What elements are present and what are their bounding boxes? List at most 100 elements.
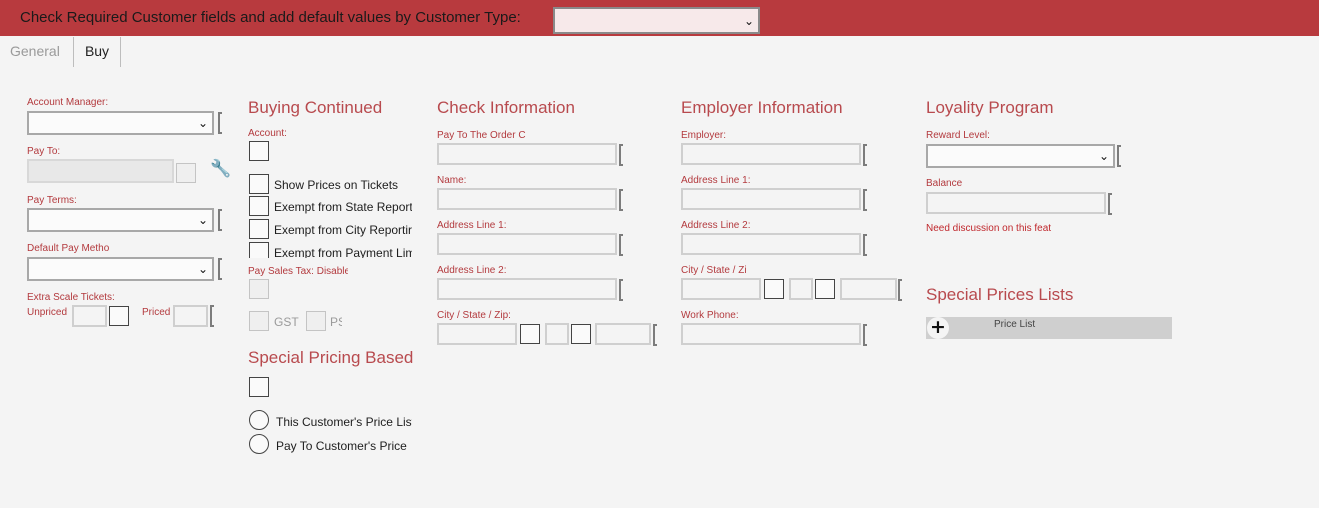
pay-terms-select[interactable]: ⌄	[27, 208, 214, 232]
pay-to-customer-price-list-row: Pay To Customer's Price L	[248, 432, 413, 454]
pay-to-label: Pay To:	[27, 146, 61, 157]
tab-general[interactable]: General	[10, 37, 60, 67]
customer-type-select[interactable]: ⌄	[553, 7, 760, 34]
balance-label: Balance	[926, 178, 963, 189]
check-city-input[interactable]	[437, 323, 517, 345]
check-state-input[interactable]	[545, 323, 569, 345]
check-zip-required-flag[interactable]	[653, 324, 657, 346]
exempt-payment-label: Exempt from Payment Lim	[274, 246, 412, 258]
this-customer-price-list-label: This Customer's Price List	[276, 415, 412, 429]
pst-checkbox	[306, 311, 326, 331]
work-phone-label: Work Phone:	[681, 310, 739, 321]
chevron-down-icon: ⌄	[197, 116, 208, 130]
default-pay-method-label: Default Pay Metho	[27, 243, 110, 254]
check-zip-input[interactable]	[595, 323, 651, 345]
pay-to-required-checkbox[interactable]	[176, 163, 196, 183]
balance-required-flag[interactable]	[1108, 193, 1112, 215]
work-phone-required-flag[interactable]	[863, 324, 867, 346]
account-manager-label: Account Manager:	[27, 97, 109, 108]
check-city-state-zip-label: City / State / Zip:	[437, 310, 511, 321]
priced-label: Priced	[142, 307, 171, 318]
special-pricing-checkbox[interactable]	[249, 377, 269, 397]
employer-address2-input[interactable]	[681, 233, 861, 255]
employer-input[interactable]	[681, 143, 861, 165]
special-pricing-heading: Special Pricing Based	[248, 348, 414, 367]
exempt-city-label: Exempt from City Reportir	[274, 223, 412, 237]
unpriced-checkbox[interactable]	[109, 306, 129, 326]
balance-input[interactable]	[926, 192, 1106, 214]
employer-city-input[interactable]	[681, 278, 761, 300]
employer-address2-required-flag[interactable]	[863, 234, 867, 256]
loyalty-program-heading: Loyality Program	[926, 98, 1054, 117]
default-pay-method-select[interactable]: ⌄	[27, 257, 214, 281]
check-address1-required-flag[interactable]	[619, 234, 623, 256]
chevron-down-icon: ⌄	[1098, 149, 1109, 163]
employer-address1-required-flag[interactable]	[863, 189, 867, 211]
header-title: Check Required Customer fields and add d…	[20, 9, 521, 26]
exempt-state-checkbox[interactable]	[249, 196, 269, 216]
pay-to-customer-price-list-radio[interactable]	[249, 434, 269, 454]
check-name-input[interactable]	[437, 188, 617, 210]
work-phone-input[interactable]	[681, 323, 861, 345]
employer-address1-input[interactable]	[681, 188, 861, 210]
exempt-city-checkbox[interactable]	[249, 219, 269, 239]
pay-to-order-required-flag[interactable]	[619, 144, 623, 166]
priced-required-flag[interactable]	[210, 305, 214, 327]
loyalty-note: Need discussion on this feat	[926, 223, 1052, 234]
employer-state-checkbox[interactable]	[815, 279, 835, 299]
check-address1-input[interactable]	[437, 233, 617, 255]
pay-terms-label: Pay Terms:	[27, 195, 77, 206]
account-manager-required-flag[interactable]	[218, 112, 222, 134]
priced-input[interactable]	[173, 305, 208, 327]
price-list-table-header: + Price List	[926, 317, 1172, 339]
pay-to-order-input[interactable]	[437, 143, 617, 165]
pay-to-order-label: Pay To The Order C	[437, 130, 526, 141]
account-manager-select[interactable]: ⌄	[27, 111, 214, 135]
buying-continued-heading: Buying Continued	[248, 98, 383, 117]
this-customer-price-list-radio[interactable]	[249, 410, 269, 430]
check-information-heading: Check Information	[437, 98, 575, 117]
show-prices-checkbox[interactable]	[249, 174, 269, 194]
special-prices-lists-heading: Special Prices Lists	[926, 285, 1074, 304]
exempt-payment-checkbox[interactable]	[249, 242, 269, 258]
pay-to-field	[27, 159, 174, 183]
chevron-down-icon: ⌄	[743, 13, 754, 28]
employer-required-flag[interactable]	[863, 144, 867, 166]
employer-zip-required-flag[interactable]	[898, 279, 902, 301]
unpriced-input[interactable]	[72, 305, 107, 327]
reward-level-label: Reward Level:	[926, 130, 990, 141]
price-list-column-label: Price List	[994, 319, 1036, 330]
exempt-payment-row: Exempt from Payment Lim	[248, 240, 413, 258]
gst-label: GST	[274, 315, 299, 329]
check-address2-required-flag[interactable]	[619, 279, 623, 301]
reward-level-required-flag[interactable]	[1117, 145, 1121, 167]
employer-city-state-zip-label: City / State / Zi	[681, 265, 747, 276]
unpriced-label: Unpriced	[27, 307, 68, 318]
employer-address2-label: Address Line 2:	[681, 220, 751, 231]
check-city-checkbox[interactable]	[520, 324, 540, 344]
employer-state-input[interactable]	[789, 278, 813, 300]
employer-address1-label: Address Line 1:	[681, 175, 751, 186]
check-state-checkbox[interactable]	[571, 324, 591, 344]
employer-zip-input[interactable]	[840, 278, 897, 300]
pst-label: PS	[330, 315, 342, 329]
pay-to-customer-price-list-label: Pay To Customer's Price L	[276, 439, 410, 453]
extra-scale-tickets-label: Extra Scale Tickets:	[27, 292, 115, 303]
header-bar: Check Required Customer fields and add d…	[0, 0, 1319, 36]
pay-terms-required-flag[interactable]	[218, 209, 222, 231]
wrench-icon[interactable]: 🔧	[210, 161, 231, 178]
employer-label: Employer:	[681, 130, 727, 141]
pay-sales-tax-label: Pay Sales Tax: Disable	[248, 266, 348, 277]
plus-icon[interactable]: +	[927, 317, 949, 339]
employer-city-checkbox[interactable]	[764, 279, 784, 299]
chevron-down-icon: ⌄	[197, 262, 208, 276]
check-name-required-flag[interactable]	[619, 189, 623, 211]
default-pay-method-required-flag[interactable]	[218, 258, 222, 280]
account-label: Account:	[248, 128, 287, 139]
tab-buy[interactable]: Buy	[73, 37, 121, 67]
chevron-down-icon: ⌄	[197, 213, 208, 227]
account-checkbox[interactable]	[249, 141, 269, 161]
check-address2-label: Address Line 2:	[437, 265, 507, 276]
check-address2-input[interactable]	[437, 278, 617, 300]
reward-level-select[interactable]: ⌄	[926, 144, 1115, 168]
